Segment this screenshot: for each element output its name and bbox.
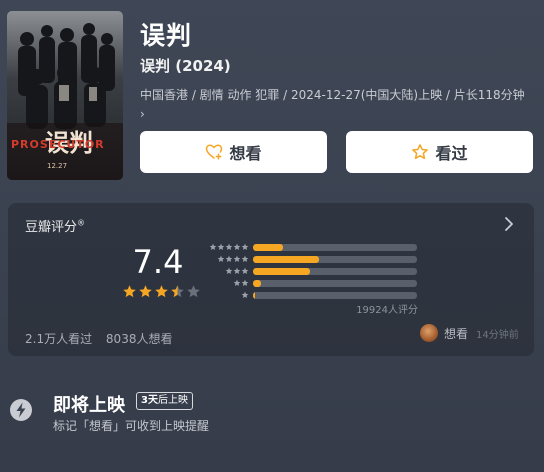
- small-star-icon: [241, 291, 249, 298]
- distribution-row: [205, 289, 417, 301]
- rating-stars: [122, 284, 201, 299]
- want-to-watch-button[interactable]: 想看: [140, 131, 327, 173]
- small-star-icon: [225, 255, 233, 262]
- movie-title: 误判: [140, 21, 193, 50]
- release-countdown-badge: 3天后上映: [136, 392, 193, 410]
- star-outline-icon: [412, 144, 429, 160]
- small-star-icon: [241, 279, 249, 286]
- rating-title-text: 豆瓣评分: [25, 220, 78, 235]
- friend-activity[interactable]: 想看 14分钟前: [420, 324, 519, 342]
- distribution-bar-track: [253, 255, 417, 263]
- small-star-icon: [217, 255, 225, 262]
- release-description: 标记「想看」可收到上映提醒: [53, 419, 210, 433]
- activity-action: 想看: [444, 326, 469, 341]
- distribution-bar-fill: [253, 243, 283, 251]
- distribution-bar-fill: [253, 279, 262, 287]
- lightning-icon: [10, 399, 32, 421]
- chevron-right-icon[interactable]: [504, 217, 514, 231]
- distribution-bar-fill: [253, 267, 311, 275]
- small-star-icon: [241, 255, 249, 262]
- star-icon: [139, 285, 152, 298]
- small-star-icon: [241, 243, 249, 250]
- movie-meta[interactable]: 中国香港 / 剧情 动作 犯罪 / 2024-12-27(中国大陆)上映 / 片…: [140, 86, 532, 124]
- small-star-icon: [233, 243, 241, 250]
- want-count[interactable]: 8038人想看: [106, 332, 173, 346]
- distribution-stars: [205, 291, 249, 299]
- release-days: 3天: [141, 395, 158, 406]
- distribution-bar-track: [253, 243, 417, 251]
- seen-count[interactable]: 2.1万人看过: [25, 332, 92, 346]
- star-icon: [171, 285, 184, 298]
- small-star-icon: [217, 243, 225, 250]
- star-icon: [187, 285, 200, 298]
- distribution-row: [205, 241, 417, 253]
- distribution-row: [205, 265, 417, 277]
- rating-count: 19924人评分: [356, 305, 418, 316]
- poster-date: 12.27: [47, 162, 68, 170]
- registered-mark: ®: [77, 218, 86, 228]
- douban-rating-card[interactable]: 豆瓣评分® 7.4 19924人评分 2.1万人看过 8038人想看 想看 14…: [8, 203, 534, 356]
- distribution-stars: [205, 255, 249, 263]
- watch-stats: 2.1万人看过 8038人想看: [25, 330, 172, 347]
- distribution-bar-track: [253, 291, 417, 299]
- poster-english-title: PROSECUTOR: [11, 138, 105, 151]
- distribution-row: [205, 277, 417, 289]
- movie-poster[interactable]: 误判 PROSECUTOR 12.27: [7, 11, 123, 180]
- small-star-icon: [241, 267, 249, 274]
- release-badge-text: 后上映: [157, 395, 188, 406]
- distribution-bar-track: [253, 267, 417, 275]
- small-star-icon: [225, 243, 233, 250]
- distribution-stars: [205, 243, 249, 251]
- heart-plus-icon: [206, 144, 223, 160]
- small-star-icon: [233, 279, 241, 286]
- want-label: 想看: [229, 144, 262, 163]
- seen-label: 看过: [435, 144, 468, 163]
- watched-button[interactable]: 看过: [346, 131, 533, 173]
- avatar: [420, 324, 438, 342]
- distribution-bar-track: [253, 279, 417, 287]
- rating-score: 7.4: [132, 243, 184, 281]
- small-star-icon: [233, 255, 241, 262]
- movie-subtitle: 误判 (2024): [140, 57, 231, 75]
- star-icon: [123, 285, 136, 298]
- small-star-icon: [233, 267, 241, 274]
- distribution-stars: [205, 279, 249, 287]
- distribution-stars: [205, 267, 249, 275]
- rating-distribution: [205, 241, 417, 301]
- small-star-icon: [209, 243, 217, 250]
- distribution-row: [205, 253, 417, 265]
- distribution-bar-fill: [253, 255, 319, 263]
- star-icon: [155, 285, 168, 298]
- small-star-icon: [225, 267, 233, 274]
- distribution-bar-fill: [253, 291, 255, 299]
- activity-time: 14分钟前: [476, 329, 519, 341]
- release-title: 即将上映: [53, 395, 125, 416]
- rating-title: 豆瓣评分®: [25, 216, 85, 235]
